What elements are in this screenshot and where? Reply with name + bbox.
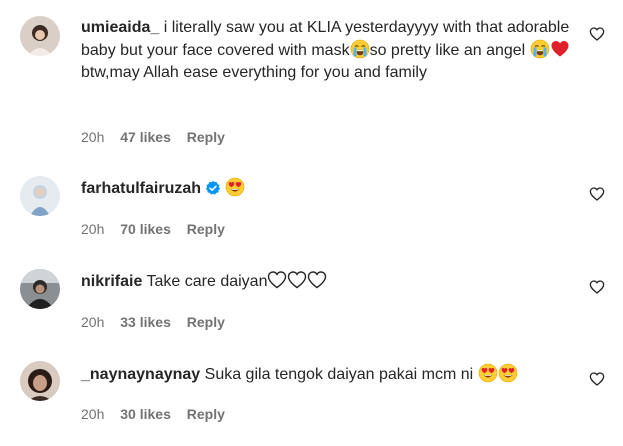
comment-time: 20h: [81, 314, 105, 330]
comment-username[interactable]: _naynaynaynay: [81, 366, 200, 383]
comment-meta: 20h 47 likes Reply: [81, 128, 237, 146]
reply-button[interactable]: Reply: [187, 129, 225, 145]
comment-time: 20h: [81, 129, 105, 145]
comment-likes[interactable]: 47 likes: [120, 129, 171, 145]
like-heart-icon[interactable]: [589, 26, 605, 42]
comment-username[interactable]: umieaida_: [81, 19, 159, 36]
white-heart-emoji: [267, 270, 287, 290]
white-heart-emoji: [287, 270, 307, 290]
reply-button[interactable]: Reply: [187, 221, 225, 237]
comment-text: so pretty like an angel: [369, 42, 526, 59]
like-heart-icon[interactable]: [589, 279, 605, 295]
comment-username[interactable]: nikrifaie: [81, 273, 142, 290]
avatar[interactable]: [20, 16, 60, 56]
comment-text: Take care daiyan: [146, 273, 268, 290]
heart-eyes-emoji: [225, 177, 245, 197]
loudly-crying-face-emoji: [350, 39, 370, 59]
like-heart-icon[interactable]: [589, 186, 605, 202]
comment-meta: 20h 33 likes Reply: [81, 313, 237, 331]
white-heart-emoji: [307, 270, 327, 290]
comment-text: btw,may Allah ease everything for you an…: [81, 64, 427, 81]
comment-body: nikrifaie Take care daiyan: [81, 270, 571, 293]
comment-likes[interactable]: 70 likes: [120, 221, 171, 237]
comment-time: 20h: [81, 406, 105, 422]
comment-likes[interactable]: 33 likes: [120, 314, 171, 330]
comment-body: umieaida_ i literally saw you at KLIA ye…: [81, 17, 571, 84]
loudly-crying-face-emoji: [530, 39, 550, 59]
red-heart-emoji: [550, 39, 570, 59]
comment-meta: 20h 70 likes Reply: [81, 220, 237, 238]
comment-text: Suka gila tengok daiyan pakai mcm ni: [204, 366, 474, 383]
avatar[interactable]: [20, 176, 60, 216]
comment-username[interactable]: farhatulfairuzah: [81, 180, 201, 197]
heart-eyes-emoji: [498, 363, 518, 383]
comment-likes[interactable]: 30 likes: [120, 406, 171, 422]
avatar[interactable]: [20, 269, 60, 309]
reply-button[interactable]: Reply: [187, 314, 225, 330]
comment-body: _naynaynaynay Suka gila tengok daiyan pa…: [81, 363, 571, 386]
comment-meta: 20h 30 likes Reply: [81, 405, 237, 423]
like-heart-icon[interactable]: [589, 371, 605, 387]
reply-button[interactable]: Reply: [187, 406, 225, 422]
comment-time: 20h: [81, 221, 105, 237]
avatar[interactable]: [20, 361, 60, 401]
heart-eyes-emoji: [478, 363, 498, 383]
verified-badge-icon: [205, 180, 221, 195]
comment-body: farhatulfairuzah: [81, 177, 571, 200]
